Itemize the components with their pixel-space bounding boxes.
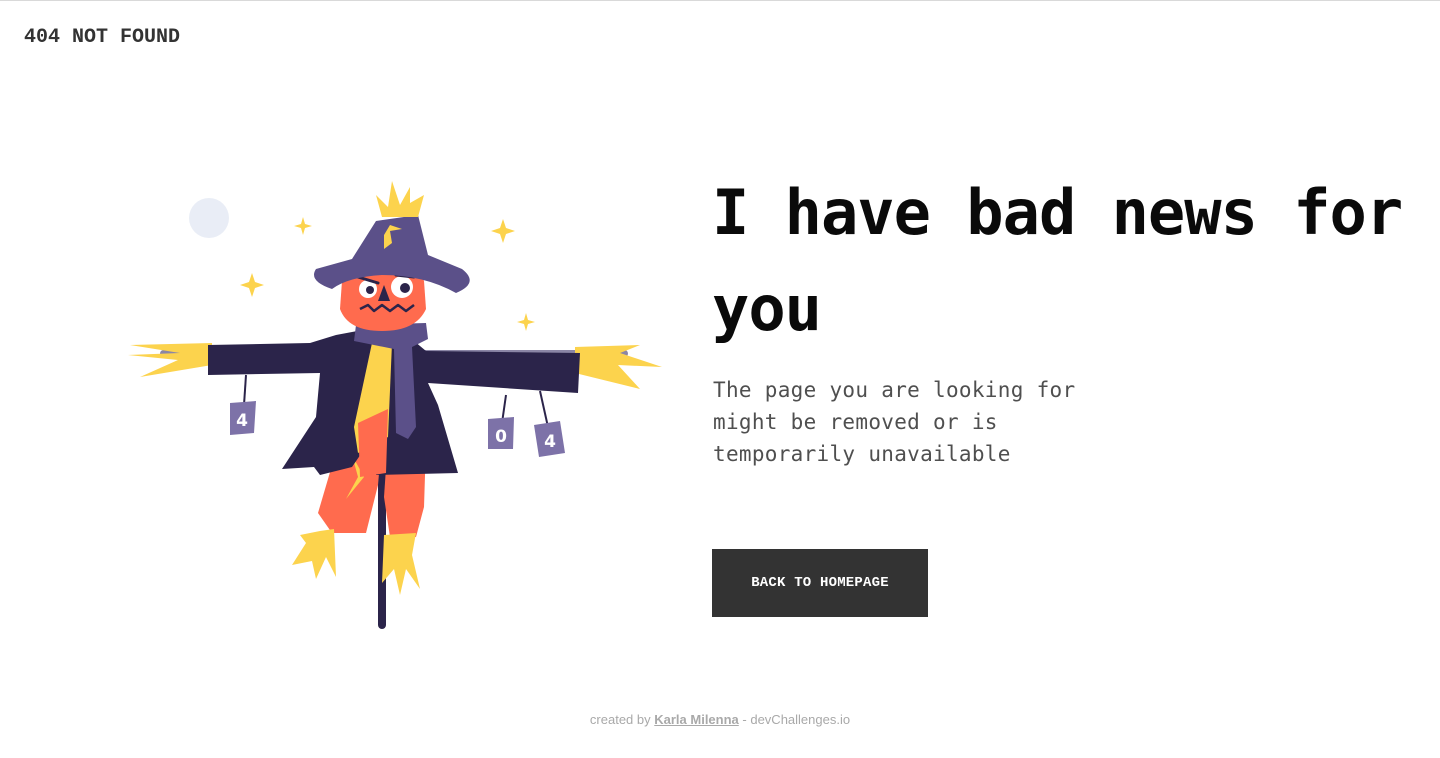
scarecrow-illustration: 4 0 4 xyxy=(128,181,662,629)
page-description: The page you are looking for might be re… xyxy=(713,378,1076,466)
hat-straw xyxy=(376,181,424,217)
can-right: 4 xyxy=(534,421,565,457)
can-middle-label: 0 xyxy=(495,427,507,447)
site-logo[interactable]: 404 NOT FOUND xyxy=(24,26,180,49)
moon-icon xyxy=(189,198,229,238)
footer: created by Karla Milenna - devChallenges… xyxy=(0,712,1440,727)
foot-straws xyxy=(292,529,420,595)
back-to-homepage-button[interactable]: BACK TO HOMEPAGE xyxy=(712,549,928,617)
footer-site: devChallenges.io xyxy=(750,712,851,727)
can-left-label: 4 xyxy=(236,411,248,431)
can-right-label: 4 xyxy=(544,432,556,452)
can-middle: 0 xyxy=(488,417,514,449)
footer-author-link[interactable]: Karla Milenna xyxy=(654,712,739,727)
right-hand-straw xyxy=(575,345,662,389)
left-hand-straw xyxy=(128,343,212,377)
page-headline: I have bad news for you xyxy=(712,176,1403,345)
footer-prefix: created by xyxy=(589,712,651,727)
can-left: 4 xyxy=(230,401,256,435)
footer-separator: - xyxy=(738,712,751,727)
